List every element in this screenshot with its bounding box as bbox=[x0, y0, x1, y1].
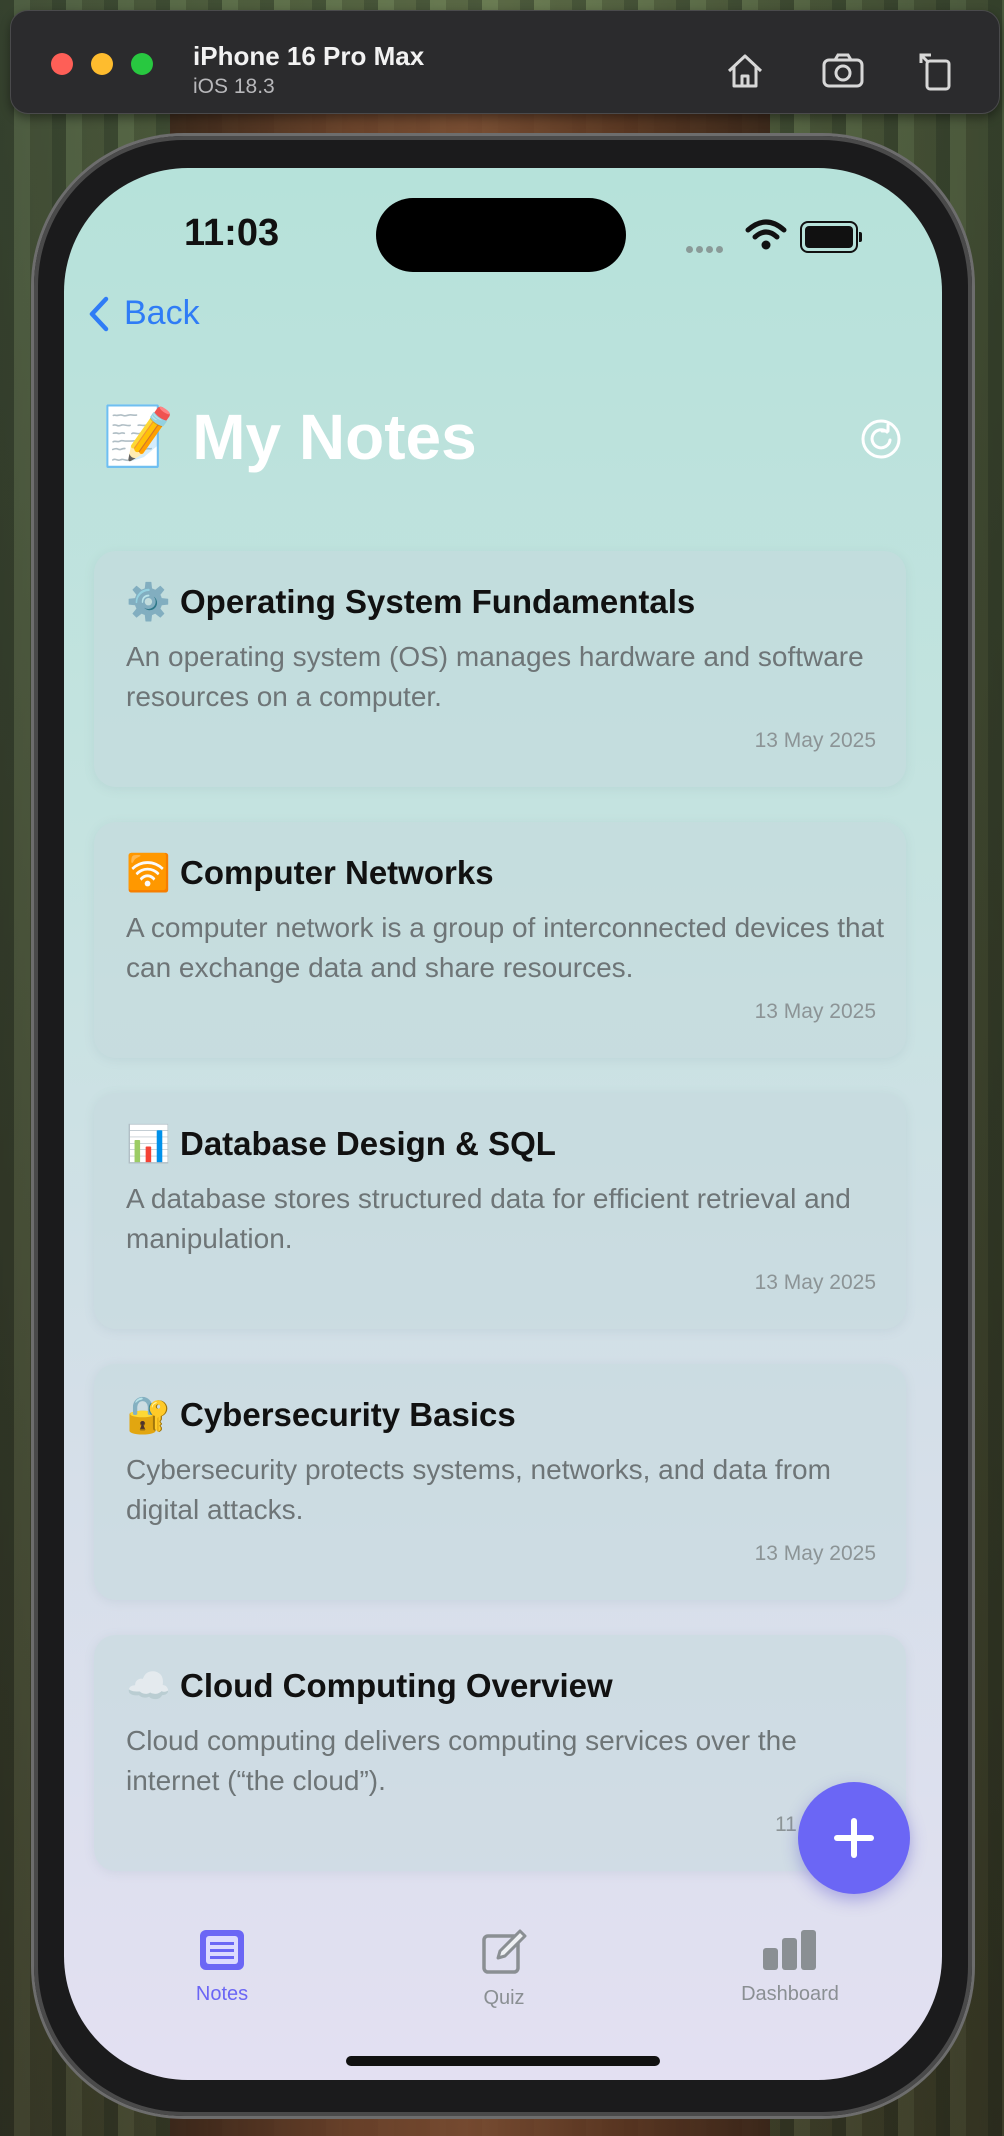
note-preview: Cybersecurity protects systems, networks… bbox=[126, 1454, 831, 1525]
edit-icon bbox=[482, 1929, 527, 1974]
note-card[interactable]: ⚙️ Operating System Fundamentals An oper… bbox=[94, 551, 906, 787]
home-icon[interactable] bbox=[721, 47, 769, 95]
phone-frame: 11:03 Back 📝 My Notes ⚙️ Operating Syste… bbox=[34, 136, 972, 2116]
note-card[interactable]: 📊 Database Design & SQL A database store… bbox=[94, 1093, 906, 1329]
bar-chart-icon: 📊 bbox=[126, 1123, 171, 1164]
tab-dashboard[interactable]: Dashboard bbox=[720, 1928, 860, 2006]
memo-icon: 📝 bbox=[102, 404, 175, 469]
gear-icon: ⚙️ bbox=[126, 581, 171, 622]
wifi-icon bbox=[745, 219, 787, 250]
dynamic-island bbox=[376, 198, 626, 272]
note-card[interactable]: 🔐 Cybersecurity Basics Cybersecurity pro… bbox=[94, 1364, 906, 1600]
home-indicator bbox=[346, 2056, 660, 2066]
tab-notes[interactable]: Notes bbox=[176, 1928, 268, 2006]
note-preview: Cloud computing delivers computing servi… bbox=[126, 1725, 797, 1796]
note-date: 13 May 2025 bbox=[754, 729, 876, 752]
minimize-window-button[interactable] bbox=[91, 53, 113, 75]
add-note-button[interactable] bbox=[798, 1782, 910, 1894]
note-date: 13 May 2025 bbox=[754, 1271, 876, 1294]
note-preview: A computer network is a group of interco… bbox=[126, 912, 884, 983]
note-title: Computer Networks bbox=[180, 854, 494, 891]
rotate-icon[interactable] bbox=[913, 47, 961, 95]
note-card[interactable]: ☁️ Cloud Computing Overview Cloud comput… bbox=[94, 1635, 906, 1871]
tab-label: Notes bbox=[195, 1983, 249, 2005]
status-time: 11:03 bbox=[184, 212, 280, 254]
note-title: Database Design & SQL bbox=[180, 1125, 556, 1162]
note-date: 13 May 2025 bbox=[754, 1542, 876, 1565]
note-title: Operating System Fundamentals bbox=[180, 583, 696, 620]
close-window-button[interactable] bbox=[51, 53, 73, 75]
lock-icon: 🔐 bbox=[126, 1394, 171, 1435]
back-button[interactable]: Back bbox=[88, 294, 200, 333]
notes-icon bbox=[200, 1930, 244, 1970]
note-title: Cloud Computing Overview bbox=[180, 1667, 613, 1704]
refresh-icon[interactable] bbox=[860, 418, 902, 460]
signal-icon bbox=[686, 240, 726, 258]
battery-icon bbox=[800, 221, 862, 253]
tab-quiz[interactable]: Quiz bbox=[464, 1928, 544, 2010]
simulator-title-bar: iPhone 16 Pro Max iOS 18.3 bbox=[10, 10, 1000, 114]
device-name: iPhone 16 Pro Max bbox=[193, 41, 425, 71]
note-card[interactable]: 🛜 Computer Networks A computer network i… bbox=[94, 822, 906, 1058]
note-title: Cybersecurity Basics bbox=[180, 1396, 516, 1433]
back-label: Back bbox=[124, 294, 200, 332]
chevron-left-icon bbox=[89, 296, 109, 331]
note-date: 13 May 2025 bbox=[754, 1000, 876, 1023]
os-version: iOS 18.3 bbox=[193, 75, 275, 98]
tab-label: Dashboard bbox=[741, 1983, 839, 2005]
page-title-text: My Notes bbox=[192, 401, 477, 473]
screenshot-icon[interactable] bbox=[819, 47, 867, 95]
page-title: 📝 My Notes bbox=[102, 400, 477, 474]
tab-label: Quiz bbox=[483, 1987, 525, 2009]
note-preview: An operating system (OS) manages hardwar… bbox=[126, 641, 864, 712]
tab-bar: Notes Quiz Dashboard bbox=[64, 1908, 942, 2028]
cloud-icon: ☁️ bbox=[126, 1665, 171, 1706]
phone-screen: 11:03 Back 📝 My Notes ⚙️ Operating Syste… bbox=[64, 168, 942, 2080]
note-preview: A database stores structured data for ef… bbox=[126, 1183, 851, 1254]
zoom-window-button[interactable] bbox=[131, 53, 153, 75]
wifi-emoji-icon: 🛜 bbox=[126, 852, 171, 893]
chart-icon bbox=[763, 1930, 816, 1970]
